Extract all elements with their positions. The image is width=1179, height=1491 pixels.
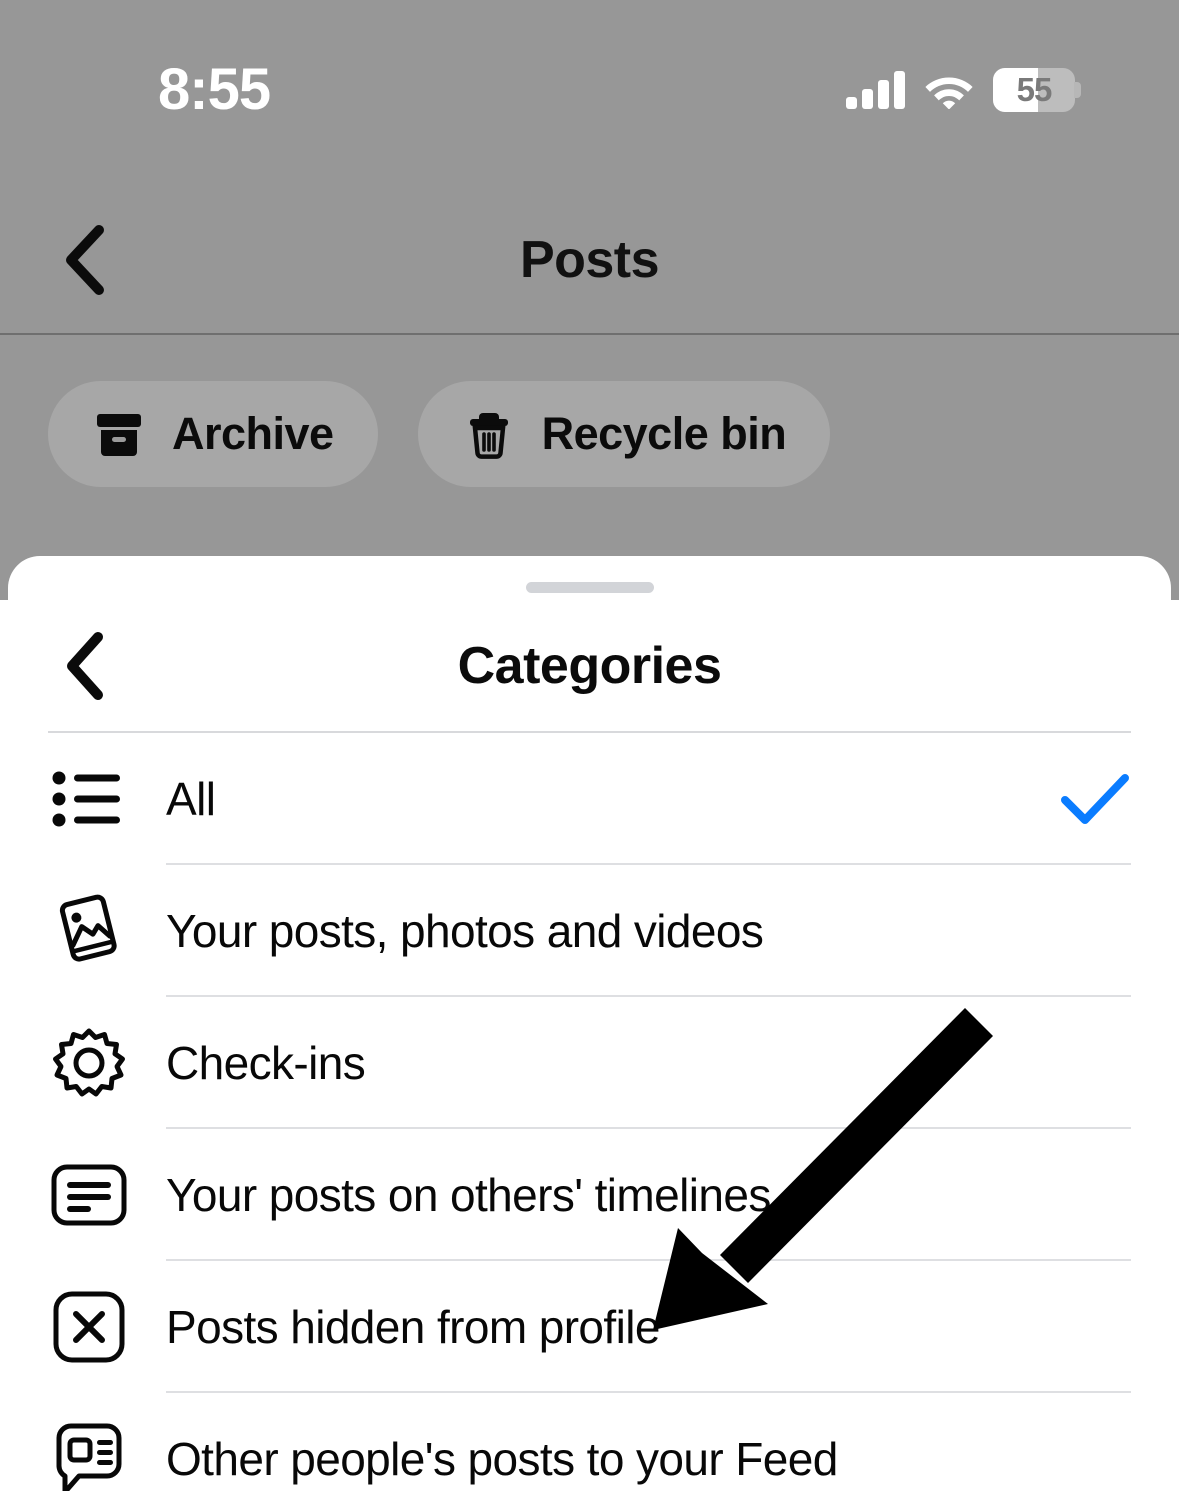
feed-bubble-icon (48, 1418, 130, 1491)
selected-checkmark-icon (1059, 763, 1131, 835)
list-item-all[interactable]: All (8, 733, 1171, 865)
list-item-your-posts-photos-videos[interactable]: Your posts, photos and videos (8, 865, 1171, 997)
x-square-icon (48, 1286, 130, 1368)
battery-percentage: 55 (1016, 71, 1053, 108)
list-item-label: All (166, 773, 216, 825)
status-bar-indicators: 55 (846, 60, 1081, 120)
photo-card-icon (48, 890, 130, 972)
chip-archive-label: Archive (172, 408, 334, 459)
text-lines-card-icon (48, 1154, 130, 1236)
app-nav-bar: Posts (0, 190, 1179, 334)
categories-list: All Your posts, photos and videos Check-… (8, 733, 1171, 1491)
archive-box-icon (97, 414, 141, 456)
filter-chip-row: Archive Recycle bin (48, 381, 831, 487)
page-title: Posts (519, 231, 660, 289)
cellular-bars-icon (846, 71, 905, 109)
gear-icon (48, 1022, 130, 1104)
status-bar: 8:55 55 (0, 0, 1179, 160)
chip-recycle-bin[interactable]: Recycle bin (417, 381, 831, 487)
nav-divider (0, 333, 1179, 335)
list-item-label: Posts hidden from profile (166, 1301, 660, 1353)
sheet-drag-handle[interactable] (525, 582, 654, 593)
list-item-posts-hidden-from-profile[interactable]: Posts hidden from profile (8, 1261, 1171, 1393)
sheet-header: Categories (8, 618, 1171, 714)
sheet-title: Categories (457, 637, 722, 695)
list-item-other-peoples-posts-to-feed[interactable]: Other people's posts to your Feed (8, 1393, 1171, 1491)
list-item-check-ins[interactable]: Check-ins (8, 997, 1171, 1129)
chip-archive[interactable]: Archive (48, 381, 378, 487)
list-item-label: Other people's posts to your Feed (166, 1433, 838, 1485)
chip-recycle-bin-label: Recycle bin (541, 408, 787, 459)
list-item-label: Your posts, photos and videos (166, 905, 764, 957)
list-item-label: Your posts on others' timelines (166, 1169, 771, 1221)
dimmed-background-app: 8:55 55 Posts Archive Recycle bin (0, 0, 1179, 600)
status-bar-time: 8:55 (158, 57, 271, 122)
categories-bottom-sheet: Categories All Your posts, photos and vi… (8, 556, 1171, 1491)
bulleted-list-icon (48, 758, 130, 840)
wifi-icon (925, 77, 973, 109)
trash-icon (469, 413, 508, 459)
list-item-label: Check-ins (166, 1037, 366, 1089)
list-item-posts-on-others-timelines[interactable]: Your posts on others' timelines (8, 1129, 1171, 1261)
battery-icon: 55 (993, 68, 1081, 112)
app-screenshot: 8:55 55 Posts Archive Recycle bin Catego… (0, 0, 1179, 1491)
